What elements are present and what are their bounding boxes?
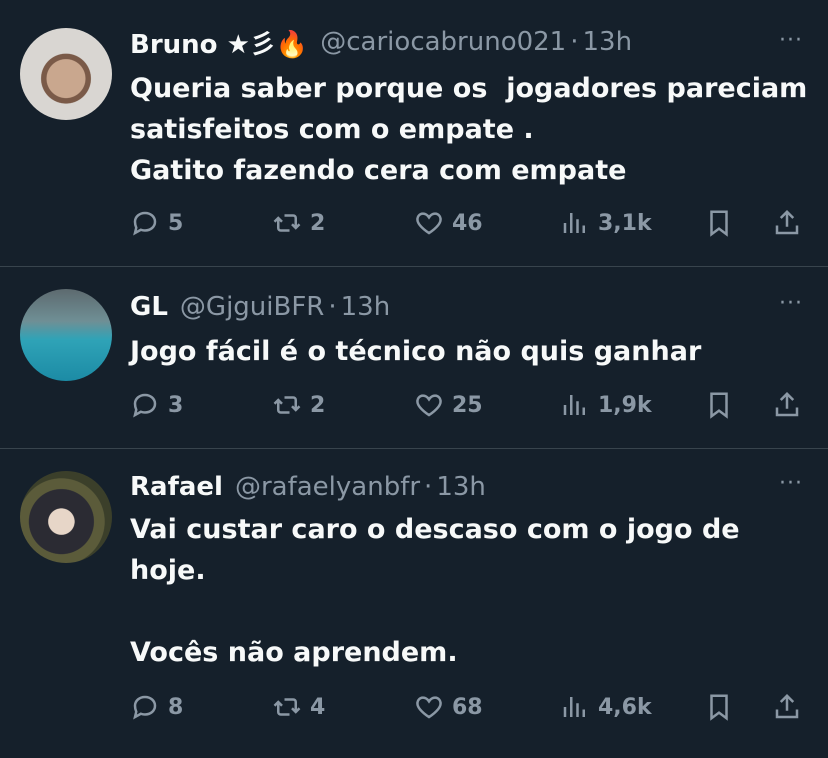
tweet-header: Rafael @rafaelyanbfr · 13h: [130, 467, 486, 507]
share-icon: [775, 693, 799, 719]
reply-icon: [133, 393, 157, 418]
like-count: 68: [452, 694, 483, 720]
action-bar: 8 4 68 4,6k: [130, 687, 808, 727]
display-name[interactable]: GL: [130, 292, 168, 322]
reply-icon: [133, 695, 157, 720]
share-icon: [775, 209, 799, 235]
tweet[interactable]: GL @GjguiBFR · 13h ··· Jogo fácil é o té…: [0, 267, 828, 449]
display-name[interactable]: Rafael: [130, 472, 223, 502]
retweet-count: 2: [310, 210, 326, 236]
retweet-icon: [273, 214, 301, 232]
views-count: 3,1k: [598, 210, 652, 236]
like-count: 46: [452, 210, 483, 236]
analytics-icon: [563, 395, 585, 415]
user-handle[interactable]: @cariocabruno021: [320, 27, 566, 57]
avatar[interactable]: [20, 471, 112, 563]
analytics-icon: [563, 213, 585, 233]
tweet-text: Jogo fácil é o técnico não quis ganhar: [130, 336, 702, 367]
reply-button[interactable]: 3: [130, 390, 183, 420]
like-count: 25: [452, 392, 483, 418]
bookmark-icon: [710, 694, 728, 721]
display-name[interactable]: Bruno ★彡🔥: [130, 24, 308, 61]
retweet-count: 2: [310, 392, 326, 418]
retweet-button[interactable]: 2: [272, 390, 325, 420]
tweet[interactable]: Bruno ★彡🔥 @cariocabruno021 · 13h ··· Que…: [0, 0, 828, 267]
more-options-icon[interactable]: ···: [776, 289, 806, 319]
tweet-text: Queria saber porque os jogadores parecia…: [130, 73, 808, 186]
avatar[interactable]: [20, 28, 112, 120]
separator-dot: ·: [570, 27, 579, 57]
bookmark-button[interactable]: [704, 208, 734, 238]
more-options-icon[interactable]: ···: [776, 469, 806, 499]
share-button[interactable]: [772, 390, 802, 420]
like-button[interactable]: 46: [414, 208, 483, 238]
views-count: 4,6k: [598, 694, 652, 720]
bookmark-button[interactable]: [704, 692, 734, 722]
avatar[interactable]: [20, 289, 112, 381]
views-count: 1,9k: [598, 392, 652, 418]
timestamp[interactable]: 13h: [583, 27, 633, 57]
tweet[interactable]: Rafael @rafaelyanbfr · 13h ··· Vai custa…: [0, 449, 828, 758]
heart-icon: [416, 394, 442, 417]
separator-dot: ·: [328, 292, 337, 322]
like-button[interactable]: 68: [414, 692, 483, 722]
tweet-text: Vai custar caro o descaso com o jogo de …: [130, 514, 740, 668]
like-button[interactable]: 25: [414, 390, 483, 420]
action-bar: 3 2 25 1,9k: [130, 385, 808, 425]
reply-count: 3: [168, 392, 184, 418]
reply-count: 5: [168, 210, 184, 236]
reply-feed: Bruno ★彡🔥 @cariocabruno021 · 13h ··· Que…: [0, 0, 828, 758]
user-handle[interactable]: @rafaelyanbfr: [235, 472, 420, 502]
share-button[interactable]: [772, 692, 802, 722]
user-handle[interactable]: @GjguiBFR: [180, 292, 324, 322]
share-icon: [775, 391, 799, 417]
views-button[interactable]: 4,6k: [560, 692, 652, 722]
views-button[interactable]: 3,1k: [560, 208, 652, 238]
bookmark-icon: [710, 210, 728, 237]
separator-dot: ·: [424, 472, 433, 502]
share-button[interactable]: [772, 208, 802, 238]
bookmark-icon: [710, 392, 728, 419]
reply-count: 8: [168, 694, 184, 720]
tweet-header: Bruno ★彡🔥 @cariocabruno021 · 13h: [130, 22, 632, 62]
tweet-header: GL @GjguiBFR · 13h: [130, 287, 390, 327]
reply-button[interactable]: 5: [130, 208, 183, 238]
retweet-icon: [273, 698, 301, 716]
timestamp[interactable]: 13h: [341, 292, 391, 322]
reply-icon: [133, 211, 157, 236]
retweet-button[interactable]: 2: [272, 208, 325, 238]
heart-icon: [416, 212, 442, 235]
heart-icon: [416, 696, 442, 719]
bookmark-button[interactable]: [704, 390, 734, 420]
more-options-icon[interactable]: ···: [776, 26, 806, 56]
views-button[interactable]: 1,9k: [560, 390, 652, 420]
retweet-button[interactable]: 4: [272, 692, 325, 722]
retweet-icon: [273, 396, 301, 414]
action-bar: 5 2 46 3,1k: [130, 203, 808, 243]
retweet-count: 4: [310, 694, 326, 720]
timestamp[interactable]: 13h: [436, 472, 486, 502]
reply-button[interactable]: 8: [130, 692, 183, 722]
analytics-icon: [563, 697, 585, 717]
